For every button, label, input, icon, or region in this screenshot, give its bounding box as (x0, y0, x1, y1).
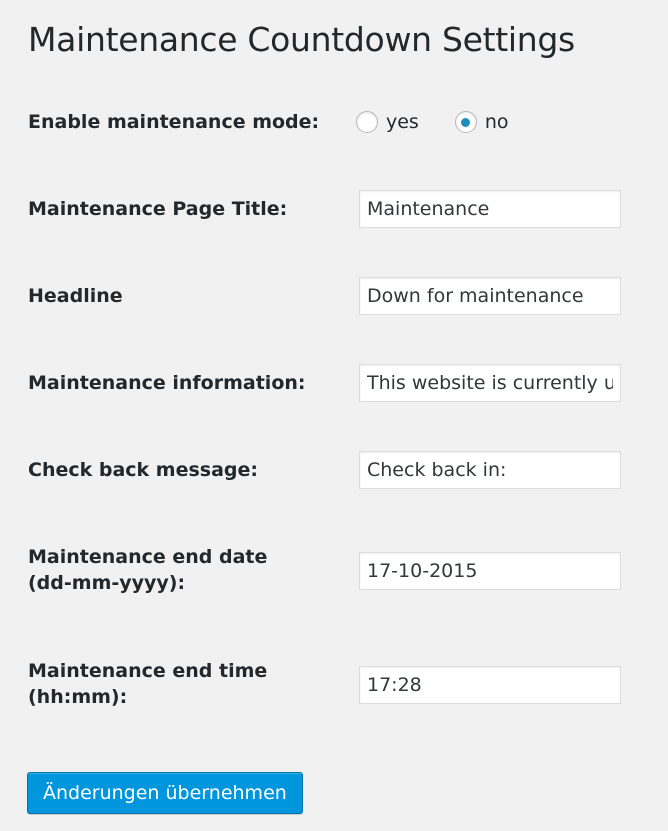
enable-mode-radio-group: yes no (356, 108, 509, 136)
information-input[interactable] (359, 364, 621, 402)
radio-no-circle[interactable] (454, 111, 477, 133)
page-title-label: Maintenance Page Title: (28, 198, 288, 220)
radio-yes-circle[interactable] (356, 111, 378, 133)
page-title: Maintenance Countdown Settings (28, 20, 575, 59)
information-label: Maintenance information: (28, 372, 306, 394)
check-back-label: Check back message: (28, 459, 259, 481)
end-date-input[interactable] (359, 552, 621, 590)
radio-selected-dot (461, 117, 471, 127)
end-date-label: Maintenance end date (dd-mm-yyyy): (28, 546, 268, 594)
page-title-input[interactable] (359, 190, 621, 228)
end-time-input[interactable] (359, 666, 621, 704)
radio-yes-label: yes (386, 111, 419, 133)
end-time-label: Maintenance end time (hh:mm): (28, 660, 268, 708)
check-back-input[interactable] (359, 451, 621, 489)
headline-input[interactable] (359, 277, 621, 315)
save-changes-button[interactable]: Änderungen übernehmen (27, 772, 303, 814)
radio-no-label: no (484, 111, 509, 133)
headline-label: Headline (28, 285, 123, 307)
radio-option-yes[interactable]: yes (356, 111, 419, 133)
radio-option-no[interactable]: no (454, 111, 509, 133)
enable-mode-label: Enable maintenance mode: (28, 111, 320, 133)
